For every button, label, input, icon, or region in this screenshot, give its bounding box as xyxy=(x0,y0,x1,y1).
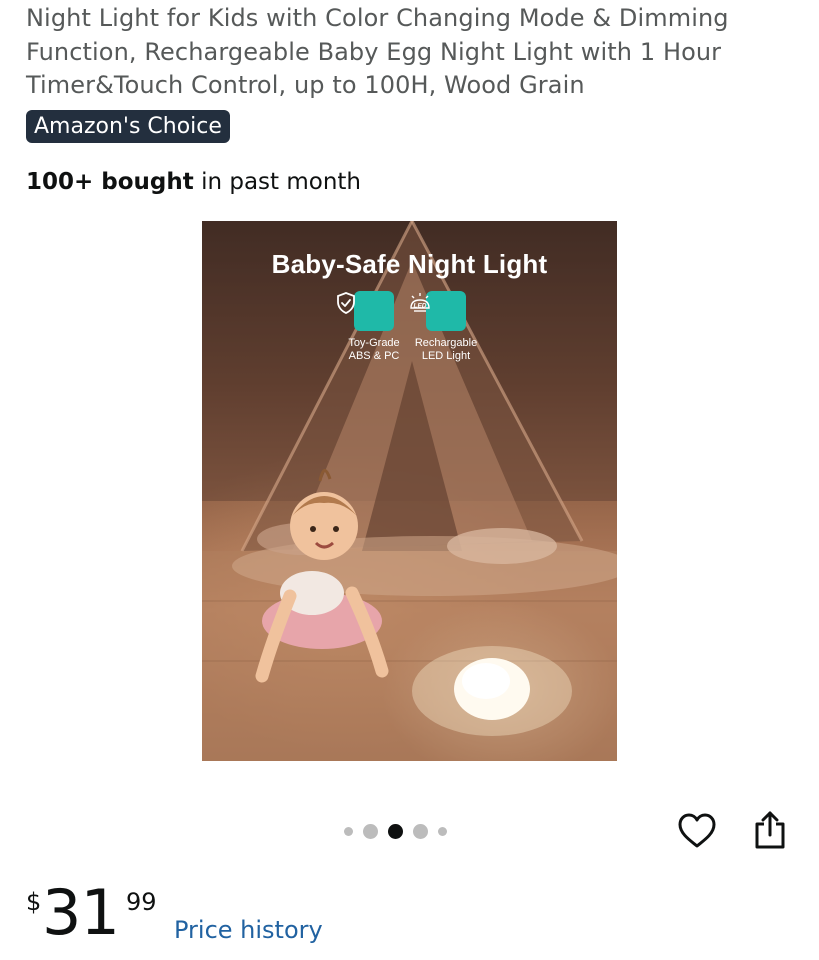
share-button[interactable] xyxy=(749,808,791,852)
product-title-line-3: Timer&Touch Control, up to 100H, Wood Gr… xyxy=(26,71,585,99)
shield-check-icon xyxy=(337,291,394,331)
product-title-line-1: Night Light for Kids with Color Changing… xyxy=(26,4,729,32)
carousel-dot-active[interactable] xyxy=(388,823,403,839)
feature-label-line: Rechargable xyxy=(414,337,478,349)
feature-label: Toy-Grade ABS & PC xyxy=(334,337,414,362)
carousel-dot[interactable] xyxy=(344,826,353,836)
product-title: Night Light for Kids with Color Changing… xyxy=(26,2,806,103)
feature-label: Rechargable LED Light xyxy=(406,337,486,362)
price-whole: 31 xyxy=(42,876,120,949)
carousel-dots xyxy=(344,823,447,839)
product-title-line-2: Function, Rechargeable Baby Egg Night Li… xyxy=(26,37,722,66)
price-fraction: 99 xyxy=(126,888,157,916)
carousel-dot[interactable] xyxy=(413,823,428,839)
bought-count-suffix: in past month xyxy=(193,169,362,195)
product-image[interactable]: Baby-Safe Night Light Toy-Grade ABS & PC… xyxy=(202,221,617,761)
carousel-dot[interactable] xyxy=(438,826,447,836)
carousel-dot[interactable] xyxy=(363,823,378,839)
heart-outline-icon xyxy=(678,813,716,848)
amazons-choice-badge[interactable]: Amazon's Choice xyxy=(26,110,230,143)
price-currency-symbol: $ xyxy=(26,888,42,916)
feature-led-light: LED Rechargable LED Light xyxy=(406,291,486,362)
feature-label-line: LED Light xyxy=(421,349,471,362)
led-text: LED xyxy=(414,303,427,310)
led-bulb-icon: LED xyxy=(410,291,466,331)
feature-label-line: ABS & PC xyxy=(348,349,400,362)
wishlist-button[interactable] xyxy=(676,810,718,852)
image-heading: Baby-Safe Night Light xyxy=(271,249,548,279)
price-history-link[interactable]: Price history xyxy=(174,914,323,946)
share-icon xyxy=(755,811,785,849)
bought-count: 100+ bought in past month xyxy=(26,166,361,198)
bought-count-bold: 100+ bought xyxy=(26,169,194,195)
feature-label-line: Toy-Grade xyxy=(348,337,400,349)
feature-toy-grade: Toy-Grade ABS & PC xyxy=(334,291,414,362)
